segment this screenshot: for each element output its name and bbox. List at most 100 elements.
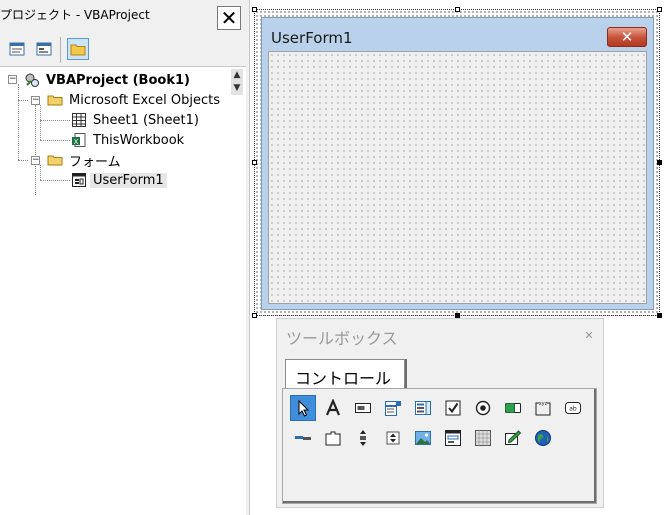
resize-handle-top-right[interactable] xyxy=(657,7,662,12)
toolbox-title: ツールボックス xyxy=(286,329,398,348)
userform-icon xyxy=(72,173,86,187)
tool-image[interactable] xyxy=(410,425,436,451)
resize-handle-right[interactable] xyxy=(657,160,662,165)
image-icon xyxy=(415,431,431,445)
tabstrip-icon xyxy=(295,436,311,440)
project-explorer-title: プロジェクト - VBAProject xyxy=(0,8,150,22)
grid-control-icon xyxy=(475,430,491,446)
close-icon: ✕ xyxy=(584,329,594,342)
tree-connector xyxy=(40,180,70,181)
tool-additional-control-1[interactable] xyxy=(470,425,496,451)
tool-scrollbar[interactable] xyxy=(350,425,376,451)
tree-connector xyxy=(40,165,41,180)
resize-handle-bottom-right[interactable] xyxy=(657,313,662,318)
project-explorer-close-button[interactable]: ✕ xyxy=(217,6,241,30)
tree-item-thisworkbook[interactable]: X ThisWorkbook xyxy=(71,131,187,149)
tree-collapse-toggle[interactable]: − xyxy=(8,75,17,84)
refedit-icon xyxy=(445,430,461,446)
folder-icon xyxy=(70,44,86,55)
togglebutton-icon xyxy=(505,403,521,413)
svg-text:xyz: xyz xyxy=(539,401,548,407)
tool-multipage[interactable] xyxy=(320,425,346,451)
tree-connector xyxy=(18,100,28,101)
resize-handle-left[interactable] xyxy=(252,160,257,165)
toolbox-tab-controls[interactable]: コントロール xyxy=(285,359,405,389)
multipage-icon xyxy=(325,431,341,446)
checkbox-icon xyxy=(445,400,461,416)
tool-commandbutton[interactable]: ab xyxy=(560,395,586,421)
tree-item-excel-objects[interactable]: Microsoft Excel Objects xyxy=(47,91,223,109)
tool-refedit[interactable] xyxy=(440,425,466,451)
resize-handle-top[interactable] xyxy=(455,7,460,12)
close-icon: ✕ xyxy=(220,6,238,30)
project-explorer-toolbar: ▲ ▼ xyxy=(0,31,246,95)
tree-item-forms[interactable]: フォーム xyxy=(47,151,124,170)
commandbutton-icon: ab xyxy=(565,402,581,414)
tree-item-label: UserForm1 xyxy=(90,172,167,188)
tool-frame[interactable]: xyz xyxy=(530,395,556,421)
view-object-button[interactable] xyxy=(33,38,55,60)
tool-togglebutton[interactable] xyxy=(500,395,526,421)
tree-connector xyxy=(40,140,70,141)
toolbox-controls-panel: xyz ab xyxy=(282,388,597,504)
tree-collapse-toggle[interactable]: − xyxy=(31,96,40,105)
tool-combobox[interactable] xyxy=(380,395,406,421)
svg-text:X: X xyxy=(74,138,79,146)
tool-additional-control-2[interactable] xyxy=(500,425,526,451)
label-icon xyxy=(325,399,341,416)
folder-icon xyxy=(47,155,63,166)
spinbutton-icon xyxy=(386,431,400,445)
tree-item-label: Sheet1 (Sheet1) xyxy=(93,112,199,128)
tree-connector xyxy=(40,105,41,140)
view-code-button[interactable] xyxy=(6,38,28,60)
project-explorer: プロジェクト - VBAProject ✕ ▲ ▼ − VBAProject (… xyxy=(0,0,246,515)
resize-handle-top-left[interactable] xyxy=(252,7,257,12)
tree-item-userform1[interactable]: UserForm1 xyxy=(71,171,167,189)
workbook-icon: X xyxy=(72,133,86,147)
userform-title: UserForm1 xyxy=(271,29,353,47)
tree-collapse-toggle[interactable]: − xyxy=(31,156,40,165)
close-icon: ✕ xyxy=(620,28,634,46)
toolbox-window: ツールボックス ✕ コントロール xyz ab xyxy=(276,318,604,508)
tool-label[interactable] xyxy=(320,395,346,421)
listbox-icon xyxy=(415,401,431,415)
tool-checkbox[interactable] xyxy=(440,395,466,421)
folder-icon xyxy=(47,95,63,106)
toolbar-separator xyxy=(60,37,61,63)
tool-textbox[interactable] xyxy=(350,395,376,421)
tool-additional-control-3[interactable] xyxy=(530,425,556,451)
toolbox-close-button[interactable]: ✕ xyxy=(578,325,600,347)
toggle-folders-button[interactable] xyxy=(67,38,89,60)
optionbutton-icon xyxy=(475,400,491,416)
tree-item-label: フォーム xyxy=(69,154,121,170)
tool-spinbutton[interactable] xyxy=(380,425,406,451)
resize-handle-bottom-left[interactable] xyxy=(252,313,257,318)
userform-close-button[interactable]: ✕ xyxy=(607,27,647,47)
edit-control-icon xyxy=(505,430,522,445)
tree-item-label: VBAProject (Book1) xyxy=(46,72,190,88)
globe-icon xyxy=(535,430,551,446)
tool-listbox[interactable] xyxy=(410,395,436,421)
worksheet-icon xyxy=(72,113,86,127)
tool-tabstrip[interactable] xyxy=(290,425,316,451)
tool-optionbutton[interactable] xyxy=(470,395,496,421)
view-object-icon xyxy=(36,42,52,56)
toolbox-tab-label: コントロール xyxy=(295,369,392,388)
scrollbar-icon xyxy=(360,430,366,446)
view-code-icon xyxy=(9,42,25,56)
frame-icon: xyz xyxy=(535,401,551,416)
svg-text:ab: ab xyxy=(569,406,577,413)
tree-connector xyxy=(18,160,28,161)
project-tree: − VBAProject (Book1) − Microsoft Excel O… xyxy=(0,68,246,515)
userform-window[interactable]: UserForm1 ✕ xyxy=(261,17,654,310)
tree-item-sheet1[interactable]: Sheet1 (Sheet1) xyxy=(71,111,202,129)
tool-select-objects[interactable] xyxy=(290,395,316,421)
tree-item-label: Microsoft Excel Objects xyxy=(69,92,220,108)
textbox-icon xyxy=(355,403,371,413)
tree-connector xyxy=(40,120,70,121)
tree-connector xyxy=(18,84,19,160)
pointer-icon xyxy=(298,399,310,417)
tree-connector xyxy=(35,105,36,195)
tree-item-vbaproject[interactable]: VBAProject (Book1) xyxy=(24,71,193,89)
userform-canvas[interactable] xyxy=(268,51,647,304)
